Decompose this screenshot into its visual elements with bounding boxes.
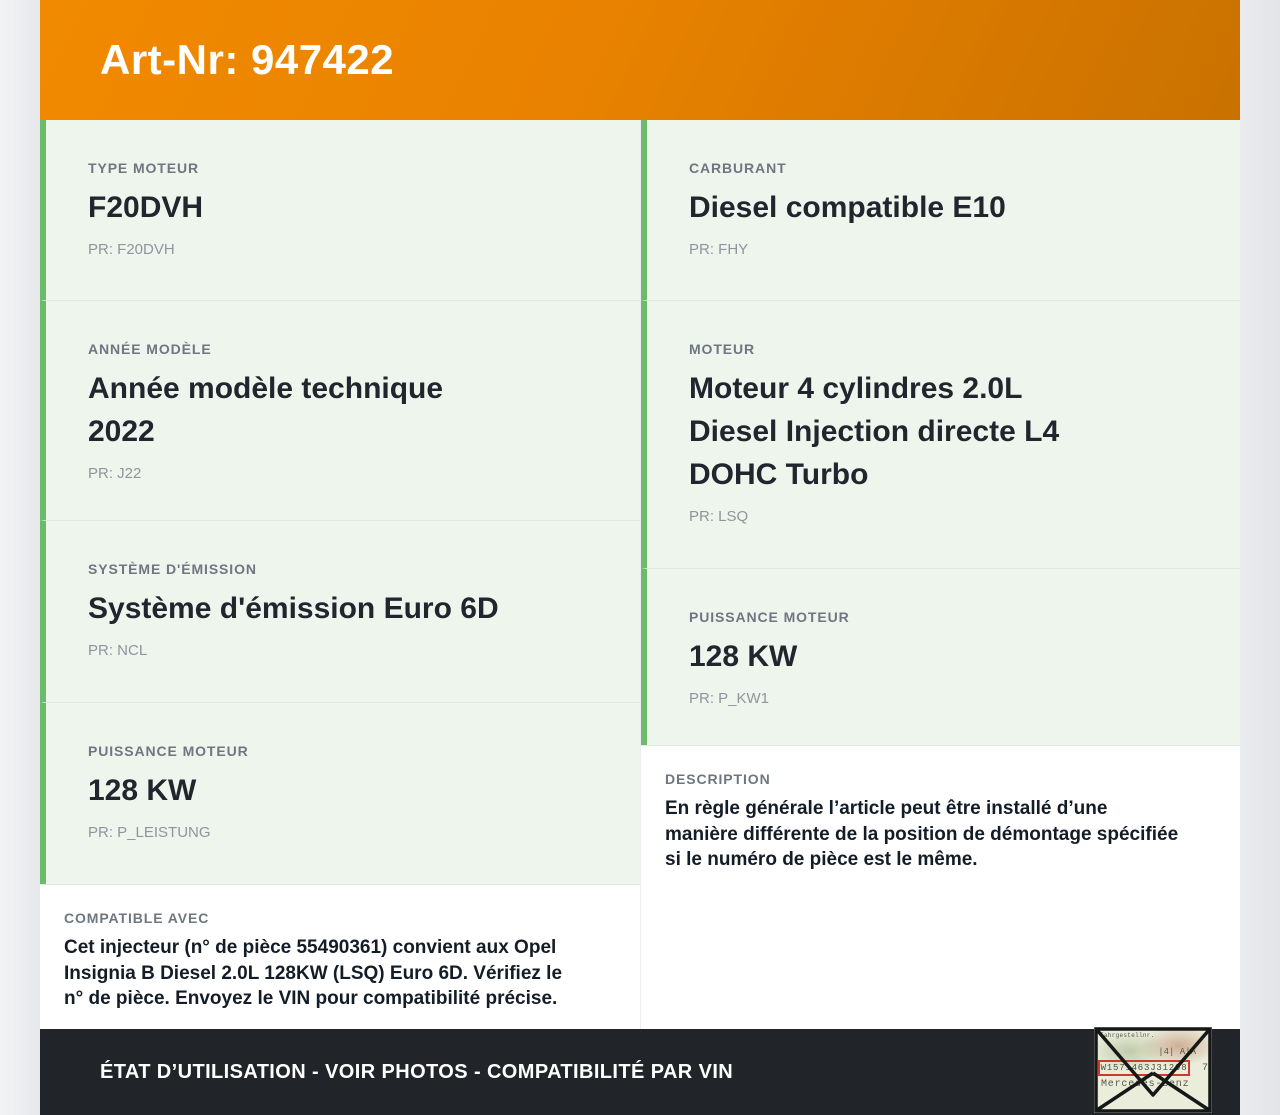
card-label: PUISSANCE MOTEUR bbox=[88, 743, 249, 759]
spec-card-puissance-moteur-left: PUISSANCE MOTEUR 128 KW PR: P_LEISTUNG bbox=[40, 702, 640, 884]
compatibility-text: Cet injecteur (n° de pièce 55490361) con… bbox=[64, 937, 563, 1009]
card-pr-code: PR: F20DVH bbox=[88, 241, 175, 258]
spec-card-annee-modele: ANNÉE MODÈLE Année modèle technique 2022… bbox=[40, 300, 640, 520]
spec-card-carburant: CARBURANT Diesel compatible E10 PR: FHY bbox=[641, 120, 1240, 300]
card-value: Système d'émission Euro 6D bbox=[88, 592, 499, 625]
card-value: Diesel compatible E10 bbox=[689, 191, 1006, 224]
compatible-avec-card: COMPATIBLE AVEC Cet injecteur (n° de piè… bbox=[40, 884, 640, 1029]
card-value: Année modèle technique 2022 bbox=[88, 372, 444, 448]
listing-page: Art-Nr: 947422 TYPE MOTEUR F20DVH PR: F2… bbox=[40, 0, 1240, 1115]
spec-columns: TYPE MOTEUR F20DVH PR: F20DVH ANNÉE MODÈ… bbox=[40, 120, 1240, 1029]
card-pr-code: PR: LSQ bbox=[689, 508, 749, 525]
footer-text: ÉTAT D’UTILISATION - VOIR PHOTOS - COMPA… bbox=[100, 1060, 734, 1083]
spec-card-systeme-emission: SYSTÈME D'ÉMISSION Système d'émission Eu… bbox=[40, 520, 640, 702]
spec-card-moteur: MOTEUR Moteur 4 cylindres 2.0L Diesel In… bbox=[641, 300, 1240, 568]
spec-card-type-moteur: TYPE MOTEUR F20DVH PR: F20DVH bbox=[40, 120, 640, 300]
spec-card-puissance-moteur-right: PUISSANCE MOTEUR 128 KW PR: P_KW1 bbox=[641, 568, 1240, 745]
envelope-icon bbox=[1094, 1027, 1212, 1113]
card-pr-code: PR: J22 bbox=[88, 465, 142, 482]
card-label: TYPE MOTEUR bbox=[88, 160, 200, 176]
vin-document-photo: Fahrgestellnr. |4| A|A W1571463J31298 7 … bbox=[1094, 1027, 1212, 1113]
right-column: CARBURANT Diesel compatible E10 PR: FHY … bbox=[641, 120, 1240, 1029]
card-label: ANNÉE MODÈLE bbox=[88, 341, 212, 357]
card-label: MOTEUR bbox=[689, 341, 756, 357]
card-pr-code: PR: FHY bbox=[689, 241, 749, 258]
card-pr-code: PR: NCL bbox=[88, 642, 148, 659]
card-value: F20DVH bbox=[88, 191, 204, 224]
card-label: CARBURANT bbox=[689, 160, 787, 176]
card-pr-code: PR: P_KW1 bbox=[689, 690, 770, 707]
card-label: COMPATIBLE AVEC bbox=[64, 910, 210, 926]
card-value: 128 KW bbox=[88, 774, 197, 807]
card-value: Moteur 4 cylindres 2.0L Diesel Injection… bbox=[689, 372, 1060, 491]
header-banner: Art-Nr: 947422 bbox=[40, 0, 1240, 120]
card-label: DESCRIPTION bbox=[665, 771, 771, 787]
card-label: SYSTÈME D'ÉMISSION bbox=[88, 561, 257, 577]
description-card: DESCRIPTION En règle générale l’article … bbox=[641, 745, 1240, 1029]
card-pr-code: PR: P_LEISTUNG bbox=[88, 824, 211, 841]
left-column: TYPE MOTEUR F20DVH PR: F20DVH ANNÉE MODÈ… bbox=[40, 120, 640, 1029]
card-value: 128 KW bbox=[689, 640, 798, 673]
page-title: Art-Nr: 947422 bbox=[100, 36, 395, 83]
card-label: PUISSANCE MOTEUR bbox=[689, 609, 850, 625]
description-text: En règle générale l’article peut être in… bbox=[665, 798, 1179, 870]
footer-bar: ÉTAT D’UTILISATION - VOIR PHOTOS - COMPA… bbox=[40, 1027, 1240, 1115]
